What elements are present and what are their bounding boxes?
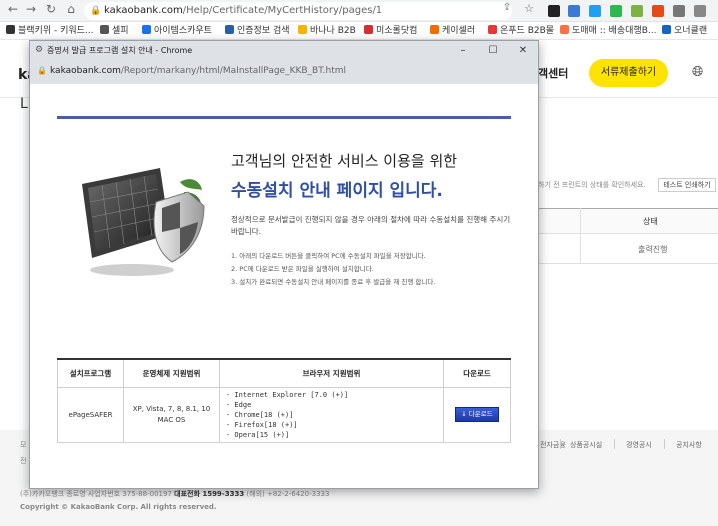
download-cell: ↓ 다운로드 — [443, 386, 511, 443]
bookmark-item[interactable]: 아이템스카우트 — [142, 24, 212, 38]
page-title: L — [20, 96, 28, 112]
footer-link[interactable]: 경영공시 — [626, 440, 652, 450]
maximize-button[interactable]: ☐ — [478, 43, 508, 58]
column-header: 브라우저 지원범위 — [219, 359, 444, 388]
step-item: 2. PC에 다운로드 받은 파일을 실행하여 설치합니다. — [231, 265, 374, 273]
extension-icon[interactable] — [610, 5, 622, 17]
footer-link[interactable]: 공지사항 — [676, 440, 702, 450]
bookmarks-bar: 블랙키위 - 키워드... 셀피 아이템스카우트 인증정보 검색 바나나 B2B… — [0, 22, 718, 40]
heading-primary: 고객님의 안전한 서비스 이용을 위한 — [231, 152, 458, 170]
bookmark-item[interactable]: 셀피 — [100, 24, 129, 38]
footer-address: (주)카카오뱅크 종로영 사업자번호 375-88-00197 대표전화 159… — [20, 490, 330, 498]
table-row: 출력진행 — [538, 234, 718, 264]
back-icon[interactable]: ← — [4, 2, 22, 16]
popup-window: ⚙ 증명서 발급 프로그램 설치 안내 - Chrome – ☐ ✕ 🔒 kak… — [29, 40, 539, 489]
browser-support: - Internet Explorer [7.0 (+)] - Edge - C… — [219, 386, 444, 443]
print-notice: 하기 전 프린트의 상태를 확인하세요. — [538, 181, 646, 189]
extension-icon[interactable] — [652, 5, 664, 17]
url-path: /Help/Certificate/MyCertHistory/pages/1 — [182, 5, 383, 16]
extension-icon[interactable] — [548, 5, 560, 17]
bookmark-item[interactable]: 인증정보 검색 — [225, 24, 290, 38]
bookmark-item[interactable]: 미소롤닷컴 — [364, 24, 417, 38]
popup-address-bar[interactable]: 🔒 kakaobank.com/Report/markany/html/MaIn… — [30, 60, 538, 84]
install-steps: 1. 아래의 다운로드 버튼을 클릭하여 PC에 수동설치 파일을 저장합니다.… — [231, 250, 521, 289]
popup-url: kakaobank.com/Report/markany/html/MaInst… — [50, 66, 347, 76]
extension-icon[interactable] — [568, 5, 580, 17]
lock-icon: 🔒 — [37, 66, 47, 75]
footer-copyright: Copyright © KakaoBank Corp. All rights r… — [20, 503, 217, 511]
forward-icon[interactable]: → — [22, 2, 40, 16]
step-item: 1. 아래의 다운로드 버튼을 클릭하여 PC에 수동설치 파일을 저장합니다. — [231, 252, 426, 260]
install-table: 설치프로그램 운영체제 지원범위 브라우저 지원범위 다운로드 ePageSAF… — [57, 358, 511, 443]
url-host: kakaobank.com — [104, 5, 183, 16]
close-button[interactable]: ✕ — [508, 43, 538, 58]
share-icon[interactable]: ⇪ — [498, 2, 516, 13]
bookmark-item[interactable]: 오너클랜 — [662, 24, 707, 38]
step-item: 3. 설치가 완료되면 수동설치 안내 페이지를 종료 후 발급을 재 진행 합… — [231, 278, 436, 286]
submit-documents-button[interactable]: 서류제출하기 — [589, 59, 668, 87]
download-button[interactable]: ↓ 다운로드 — [455, 407, 499, 422]
bookmark-item[interactable]: 도매매 :: 배송대행B... — [560, 24, 657, 38]
bookmark-item[interactable]: 블랙키위 - 키워드... — [6, 24, 94, 38]
home-icon[interactable]: ⌂ — [62, 2, 80, 16]
bookmark-item[interactable]: 바나나 B2B — [298, 24, 356, 38]
column-header: 다운로드 — [443, 359, 511, 388]
popup-titlebar[interactable]: ⚙ 증명서 발급 프로그램 설치 안내 - Chrome – ☐ ✕ — [30, 41, 538, 60]
column-header: 설치프로그램 — [57, 359, 124, 388]
top-accent-bar — [57, 116, 511, 119]
table-row: ePageSAFER XP, Vista, 7, 8, 8.1, 10 MAC … — [57, 386, 511, 443]
popup-title: 증명서 발급 프로그램 설치 안내 - Chrome — [47, 46, 193, 55]
heading-secondary: 수동설치 안내 페이지 입니다. — [231, 181, 443, 201]
star-icon[interactable]: ☆ — [520, 2, 538, 15]
install-page: 고객님의 안전한 서비스 이용을 위한 수동설치 안내 페이지 입니다. 정상적… — [30, 84, 538, 488]
program-name: ePageSAFER — [57, 386, 124, 443]
bookmark-item[interactable]: 온푸드 B2B몰 — [488, 24, 554, 38]
settings-icon: ⚙ — [35, 45, 44, 55]
browser-toolbar: ← → ↻ ⌂ 🔒 kakaobank.com/Help/Certificate… — [0, 0, 718, 22]
security-shield-icon — [82, 168, 205, 276]
install-description: 정상적으로 문서발급이 진행되지 않을 경우 아래의 절차에 따라 수동설치를 … — [231, 215, 511, 236]
table-divider — [580, 208, 581, 264]
os-support: XP, Vista, 7, 8, 8.1, 10 MAC OS — [123, 386, 220, 443]
footer-link[interactable]: 상품공시실 — [570, 440, 602, 450]
test-print-button[interactable]: 테스트 인쇄하기 — [658, 178, 716, 192]
table-header: 상태 — [538, 208, 718, 234]
footer-link[interactable]: 전자금융 — [540, 440, 566, 450]
nav-customer-center[interactable]: 객센터 — [538, 65, 568, 81]
puzzle-icon[interactable] — [673, 5, 685, 17]
address-bar[interactable]: 🔒 kakaobank.com/Help/Certificate/MyCertH… — [84, 2, 512, 20]
globe-icon[interactable]: 🌐︎ — [692, 64, 703, 80]
extension-icon[interactable] — [589, 5, 601, 17]
extension-icon[interactable] — [631, 5, 643, 17]
minimize-button[interactable]: – — [448, 43, 478, 58]
bookmark-item[interactable]: 케이셀러 — [430, 24, 475, 38]
profile-icon[interactable] — [694, 5, 706, 17]
reload-icon[interactable]: ↻ — [42, 2, 60, 16]
column-header: 운영체제 지원범위 — [123, 359, 220, 388]
lock-icon: 🔒 — [90, 6, 102, 16]
